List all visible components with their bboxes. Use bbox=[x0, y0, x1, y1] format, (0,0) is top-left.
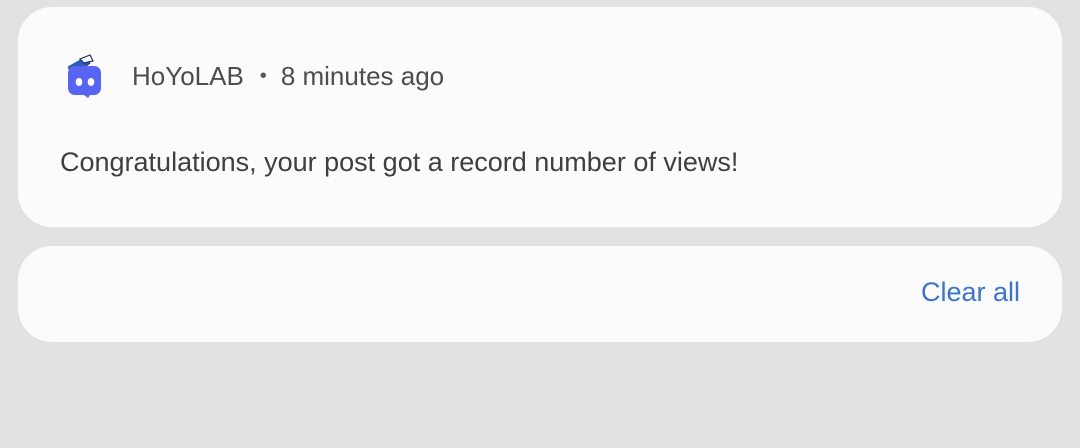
notification-message: Congratulations, your post got a record … bbox=[60, 147, 739, 177]
notification-time: 8 minutes ago bbox=[280, 60, 445, 91]
clear-all-button[interactable]: Clear all bbox=[921, 277, 1020, 308]
notification-header: HoYoLAB • 8 minutes ago bbox=[132, 59, 444, 93]
app-name: HoYoLAB bbox=[132, 60, 244, 91]
app-icon bbox=[60, 53, 108, 99]
notification-footer-card: Clear all bbox=[18, 246, 1062, 342]
notification-card[interactable]: HoYoLAB • 8 minutes ago Congratulations,… bbox=[18, 7, 1062, 227]
separator-dot: • bbox=[259, 64, 267, 87]
